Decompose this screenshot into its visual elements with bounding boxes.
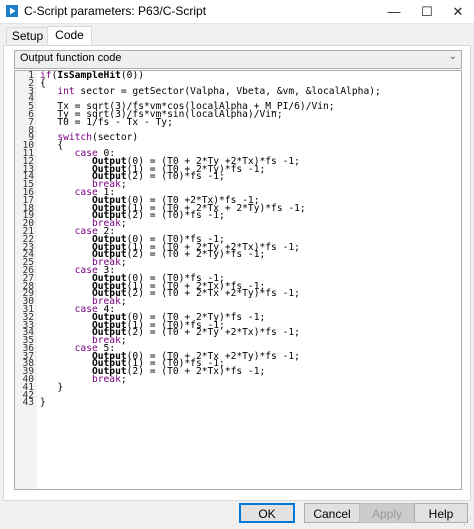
plecs-icon — [6, 5, 18, 17]
window-title: C-Script parameters: P63/C-Script — [24, 4, 207, 18]
code-line: 40 break; — [15, 375, 461, 385]
tab-bar: Setup Code — [0, 26, 474, 46]
code-line: 42 — [15, 390, 461, 399]
tab-code[interactable]: Code — [47, 26, 92, 46]
line-number: 43 — [22, 397, 34, 409]
code-line: 9 switch(sector) — [15, 133, 461, 143]
code-lines: 1 if(IsSampleHit(0)) 2{3 int sector = getS… — [15, 70, 461, 409]
code-text: } — [40, 381, 64, 393]
code-line: 43} — [15, 397, 461, 409]
help-button[interactable]: Help — [414, 503, 468, 523]
cancel-button[interactable]: Cancel — [304, 503, 360, 523]
title-bar: C-Script parameters: P63/C-Script — ☐ ✕ — [0, 0, 474, 24]
code-editor[interactable]: 1 if(IsSampleHit(0)) 2{3 int sector = getS… — [14, 70, 462, 490]
code-tab-panel: Output function code ⌄ 1 if(IsSampleHit(0… — [3, 45, 471, 501]
chevron-down-icon: ⌄ — [448, 51, 457, 62]
code-text: } — [40, 397, 46, 409]
dropdown-selected-value: Output function code — [20, 52, 122, 64]
close-button[interactable]: ✕ — [442, 0, 474, 23]
dialog-button-bar: OK Cancel Apply Help ⋰ — [0, 503, 474, 529]
ok-button[interactable]: OK — [239, 503, 295, 523]
code-text: T0 = 1/fs - Tx - Ty; — [40, 116, 173, 128]
code-line: 7 T0 = 1/fs - Tx - Ty; — [15, 116, 461, 128]
maximize-button[interactable]: ☐ — [411, 0, 443, 23]
code-line: 41 } — [15, 381, 461, 393]
resize-grip-icon[interactable]: ⋰ — [463, 516, 472, 527]
minimize-button[interactable]: — — [378, 0, 410, 23]
code-line: 3 int sector = getSector(Valpha, Vbeta, … — [15, 85, 461, 97]
function-select-dropdown[interactable]: Output function code ⌄ — [14, 50, 462, 69]
apply-button: Apply — [359, 503, 415, 523]
tab-setup[interactable]: Setup — [6, 27, 49, 45]
code-line: 1 if(IsSampleHit(0)) — [15, 70, 461, 81]
code-text: int sector = getSector(Valpha, Vbeta, &v… — [57, 85, 381, 97]
code-text: if(IsSampleHit(0)) — [40, 70, 144, 81]
